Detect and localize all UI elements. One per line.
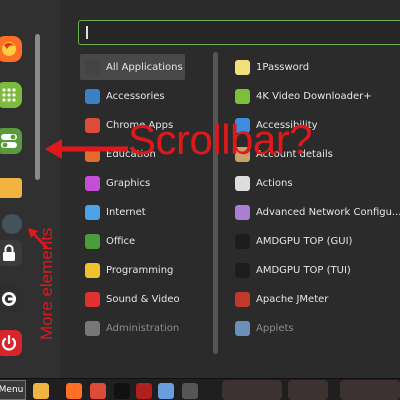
admin-icon [85,320,100,336]
app-item-4k-video-downloader[interactable]: 4K Video Downloader+ [233,83,400,109]
category-item-programming[interactable]: Programming [80,257,185,283]
logout-icon[interactable] [0,286,22,312]
window-preview[interactable] [288,380,328,400]
favorites-scrollbar[interactable] [35,34,40,180]
category-item-sound-video[interactable]: Sound & Video [80,286,185,312]
scissors-icon [85,88,100,104]
category-item-all-applications[interactable]: All Applications [80,54,185,80]
office-icon [85,233,100,249]
app-label: Advanced Network Configu... [256,206,400,218]
menu-button[interactable]: Menu [0,380,26,400]
chrome-icon[interactable] [90,383,106,399]
network-icon [235,204,250,220]
menu-grid-icon[interactable] [0,82,22,108]
category-label: Graphics [106,177,151,189]
graphics-icon [85,175,100,191]
firefox-icon[interactable] [66,383,82,399]
app-item-amdgpu-top-gui[interactable]: AMDGPU TOP (GUI) [233,228,400,254]
terminal-icon [235,233,250,249]
app-label: Applets [256,322,294,334]
app-item-1password[interactable]: 1Password [233,54,400,80]
category-item-office[interactable]: Office [80,228,185,254]
category-label: Sound & Video [106,293,180,305]
window-preview[interactable] [340,380,400,400]
terminal-icon [235,262,250,278]
app-label: AMDGPU TOP (GUI) [256,235,353,247]
education-icon [85,146,100,162]
camera-icon[interactable] [182,383,198,399]
app-label: Actions [256,177,293,189]
category-label: Administration [106,322,180,334]
category-scrollbar[interactable] [213,52,218,354]
grid-icon [85,59,100,75]
folder-icon[interactable] [33,383,49,399]
play-icon [85,291,100,307]
toggle-settings-icon[interactable] [0,128,22,154]
terminal-icon[interactable] [114,383,130,399]
category-label: All Applications [106,61,183,73]
annotation-more-elements: More elements [37,227,56,340]
category-label: Office [106,235,136,247]
app-label: AMDGPU TOP (TUI) [256,264,351,276]
actions-icon [235,175,250,191]
category-label: Programming [106,264,174,276]
power-icon[interactable] [0,330,22,356]
search-input[interactable] [78,20,400,45]
app-item-actions[interactable]: Actions [233,170,400,196]
folder-icon[interactable] [0,178,22,198]
app-item-apache-jmeter[interactable]: Apache JMeter [233,286,400,312]
download-icon [235,88,250,104]
applets-icon [235,320,250,336]
folder-icon[interactable] [158,383,174,399]
jmeter-icon [235,291,250,307]
app-item-applets[interactable]: Applets [233,315,400,341]
onepassword-icon [235,59,250,75]
category-label: Internet [106,206,146,218]
category-item-internet[interactable]: Internet [80,199,185,225]
app-item-advanced-network[interactable]: Advanced Network Configu... [233,199,400,225]
lock-icon[interactable] [0,240,22,266]
chrome-icon [85,117,100,133]
app-label: Apache JMeter [256,293,329,305]
window-preview[interactable] [222,380,282,400]
text-cursor [86,26,88,39]
programming-icon [85,262,100,278]
app-label: 1Password [256,61,310,73]
category-item-administration[interactable]: Administration [80,315,185,341]
category-label: Accessories [106,90,165,102]
app-icon[interactable] [2,214,22,234]
firefox-icon[interactable] [0,36,22,62]
category-item-accessories[interactable]: Accessories [80,83,185,109]
annotation-scrollbar: Scrollbar? [128,116,313,163]
category-item-graphics[interactable]: Graphics [80,170,185,196]
app-label: 4K Video Downloader+ [256,90,372,102]
cloud-icon [85,204,100,220]
terminal-red-icon[interactable] [136,383,152,399]
app-item-amdgpu-top-tui[interactable]: AMDGPU TOP (TUI) [233,257,400,283]
